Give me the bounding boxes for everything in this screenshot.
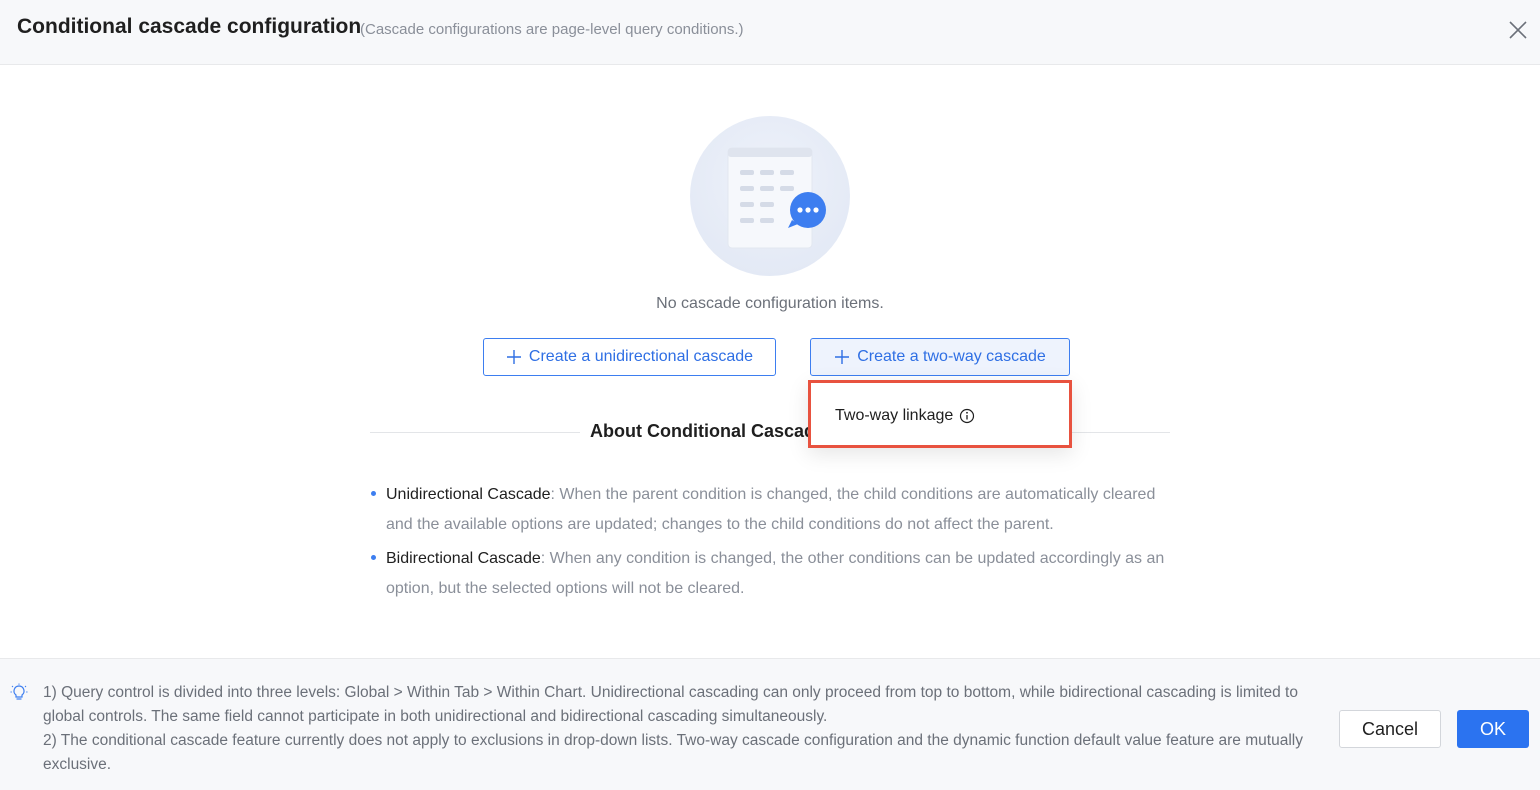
create-unidirectional-cascade-button[interactable]: Create a unidirectional cascade: [483, 338, 776, 376]
create-unidirectional-label: Create a unidirectional cascade: [528, 348, 754, 365]
dialog-header: Conditional cascade configuration (Casca…: [0, 0, 1540, 65]
about-list: Unidirectional Cascade: When the parent …: [370, 480, 1170, 608]
info-icon[interactable]: [959, 408, 975, 424]
about-title: About Conditional Cascade: [590, 421, 826, 441]
list-item: Bidirectional Cascade: When any conditio…: [370, 544, 1170, 604]
ok-button[interactable]: OK: [1457, 710, 1529, 748]
dialog-title: Conditional cascade configuration: [17, 15, 362, 38]
create-two-way-cascade-button[interactable]: Create a two-way cascade: [810, 338, 1070, 376]
bullet-term: Bidirectional Cascade: [386, 550, 541, 567]
dialog-footer: 1) Query control is divided into three l…: [0, 658, 1540, 790]
menu-item-two-way-linkage[interactable]: Two-way linkage: [835, 407, 975, 425]
plus-icon: [506, 350, 521, 364]
create-two-way-label: Create a two-way cascade: [857, 348, 1046, 365]
menu-item-label: Two-way linkage: [835, 407, 954, 424]
bullet-dot: [371, 555, 376, 560]
footer-note: 2) The conditional cascade feature curre…: [43, 732, 1303, 773]
footer-notes: 1) Query control is divided into three l…: [43, 681, 1338, 777]
divider-left: [370, 432, 580, 433]
dialog-subtitle: (Cascade configurations are page-level q…: [360, 21, 744, 38]
plus-icon: [835, 350, 850, 364]
document-chat-icon: [688, 116, 852, 280]
empty-state-message: No cascade configuration items.: [656, 295, 884, 312]
two-way-dropdown-menu: Two-way linkage: [808, 380, 1072, 448]
lightbulb-icon: [10, 683, 28, 700]
close-button[interactable]: [1504, 16, 1532, 44]
list-item: Unidirectional Cascade: When the parent …: [370, 480, 1170, 540]
bullet-term: Unidirectional Cascade: [386, 486, 551, 503]
close-icon: [1509, 21, 1527, 39]
bullet-dot: [371, 491, 376, 496]
footer-note: 1) Query control is divided into three l…: [43, 684, 1298, 725]
cancel-button[interactable]: Cancel: [1339, 710, 1441, 748]
